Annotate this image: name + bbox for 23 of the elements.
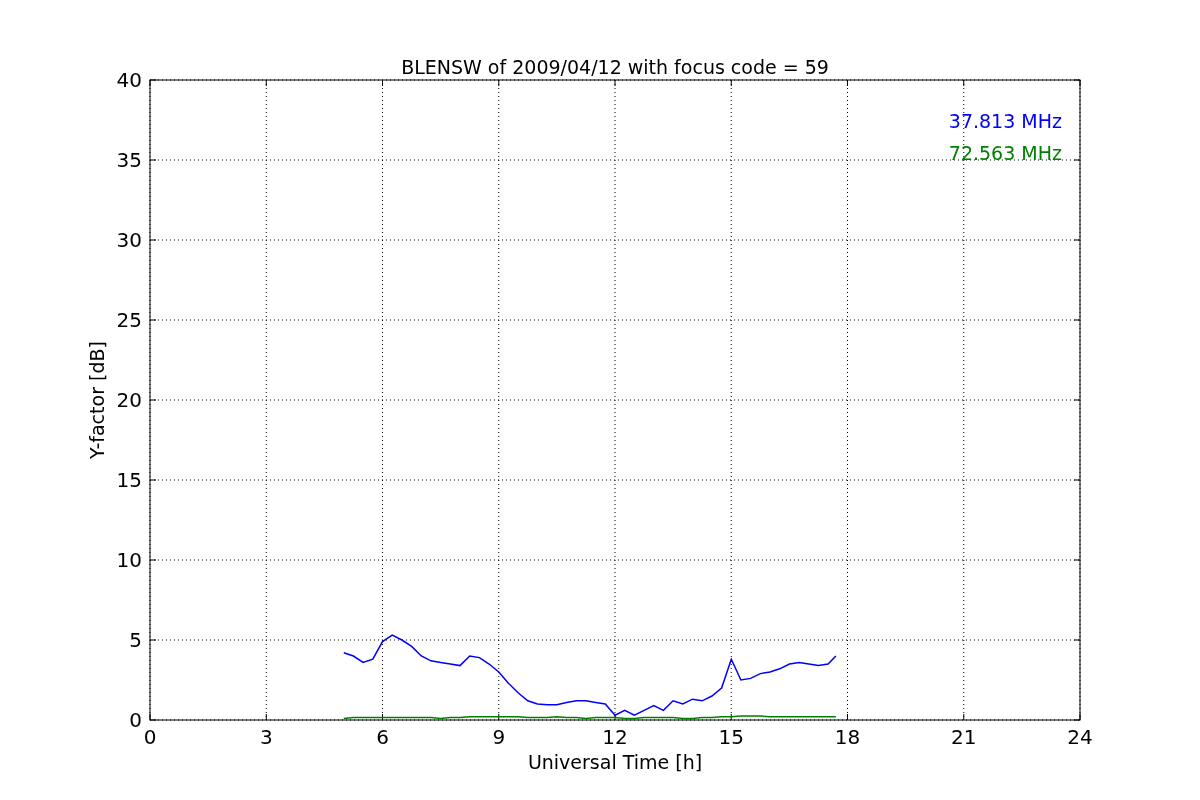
x-tick-label: 24 <box>1067 725 1093 749</box>
y-axis-label: Y-factor [dB] <box>86 341 108 459</box>
y-tick-label: 30 <box>116 228 142 252</box>
y-tick-label: 20 <box>116 388 142 412</box>
x-tick-label: 12 <box>602 725 628 749</box>
x-axis-label: Universal Time [h] <box>527 751 703 773</box>
y-tick-label: 5 <box>129 628 142 652</box>
x-tick-label: 0 <box>143 725 157 749</box>
chart-title: BLENSW of 2009/04/12 with focus code = 59 <box>401 56 829 78</box>
y-tick-label: 40 <box>116 68 142 92</box>
x-tick-label: 15 <box>718 725 744 749</box>
y-tick-label: 35 <box>116 148 142 172</box>
x-tick-label: 3 <box>259 725 273 749</box>
y-tick-label: 0 <box>129 708 142 732</box>
y-tick-label: 10 <box>116 548 142 572</box>
y-tick-label: 15 <box>116 468 142 492</box>
x-tick-label: 18 <box>834 725 861 749</box>
series-label: 72.563 MHz <box>948 142 1062 164</box>
x-tick-label: 9 <box>492 725 506 749</box>
x-tick-label: 21 <box>951 725 977 749</box>
y-tick-label: 25 <box>116 308 142 332</box>
x-tick-label: 6 <box>376 725 389 749</box>
series-label: 37.813 MHz <box>948 110 1062 132</box>
